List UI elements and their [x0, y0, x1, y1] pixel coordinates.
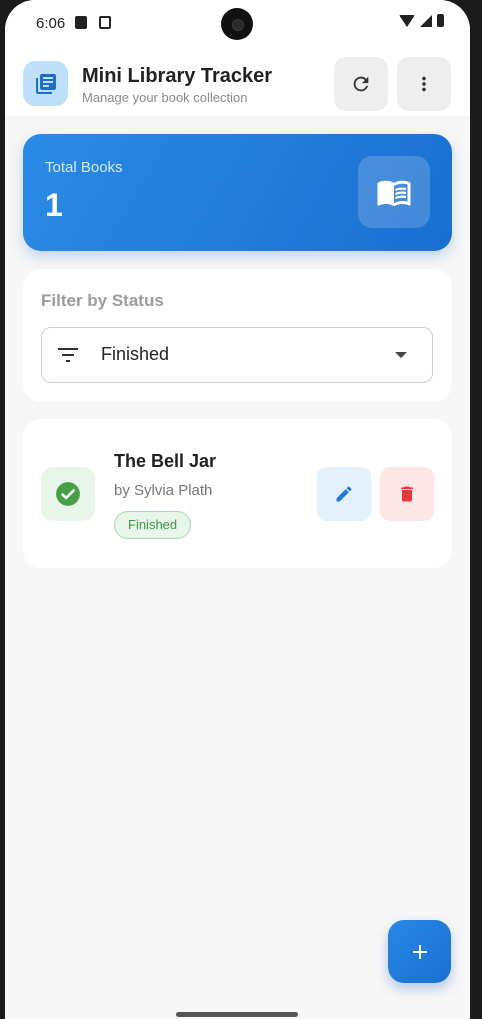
status-time: 6:06 [36, 15, 66, 32]
app-title: Mini Library Tracker [82, 65, 273, 87]
app-notification-icon [99, 16, 111, 29]
filter-list-icon [58, 348, 78, 362]
edit-book-button[interactable] [317, 467, 371, 521]
app-bar: Mini Library Tracker Manage your book co… [5, 48, 470, 116]
menu-book-icon [358, 156, 430, 228]
refresh-icon [353, 76, 369, 92]
status-filter-dropdown[interactable]: Finished [41, 327, 433, 383]
home-indicator[interactable] [176, 1012, 298, 1017]
chevron-down-icon [395, 352, 407, 358]
filter-card: Filter by Status Finished [23, 269, 452, 402]
edit-icon [336, 486, 352, 502]
book-title: The Bell Jar [114, 451, 217, 471]
battery-icon [437, 14, 444, 27]
status-filter-value: Finished [101, 344, 170, 364]
total-books-value: 1 [45, 187, 63, 223]
add-icon [412, 944, 427, 959]
app-subtitle: Manage your book collection [82, 90, 248, 105]
camera-cutout [221, 8, 253, 40]
more-vert-icon [422, 76, 426, 92]
status-bar: 6:06 [5, 0, 470, 48]
total-books-label: Total Books [45, 159, 123, 176]
refresh-button[interactable] [334, 57, 388, 111]
signal-icon [420, 14, 432, 27]
book-author: by Sylvia Plath [114, 482, 213, 499]
phone-screen: 6:06 Mini Library Tracker Manage your bo… [5, 0, 470, 1019]
sd-card-icon [75, 16, 87, 29]
status-badge: Finished [114, 511, 192, 539]
delete-icon [401, 486, 413, 502]
delete-book-button[interactable] [380, 467, 434, 521]
library-books-icon [23, 61, 68, 106]
filter-title: Filter by Status [41, 291, 164, 310]
more-options-button[interactable] [397, 57, 451, 111]
check-circle-icon [41, 467, 95, 521]
total-books-card: Total Books 1 [23, 134, 452, 251]
wifi-icon [399, 14, 415, 27]
book-list-item[interactable]: The Bell Jar by Sylvia Plath Finished [23, 419, 452, 568]
status-icons [399, 14, 444, 27]
add-book-button[interactable] [388, 920, 451, 983]
